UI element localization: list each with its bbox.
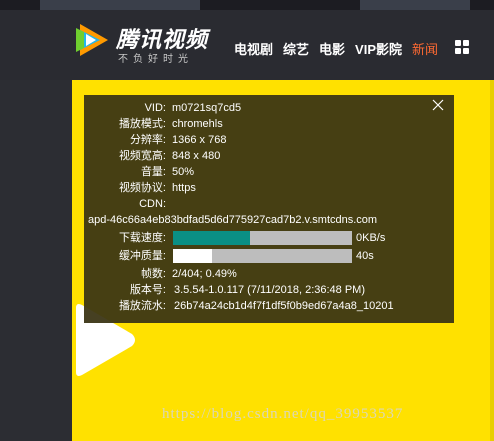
stat-cdn-value-row: apd-46c66a4eb83bdfad5d6d775927cad7b2.v.s… [84, 212, 454, 228]
stat-value: 848 x 480 [172, 150, 221, 162]
stat-value: 1366 x 768 [172, 134, 227, 146]
stats-panel: VID: m0721sq7cd5 播放模式: chromehls 分辨率: 13… [84, 95, 454, 323]
buffer-fill [173, 249, 213, 263]
stat-value: chromehls [172, 118, 223, 130]
stat-label: 版本号: [129, 284, 166, 296]
stat-volume: 音量: 50% [84, 164, 454, 180]
tencent-video-logo[interactable] [72, 20, 112, 60]
nav-vip-cinema[interactable]: VIP影院 [355, 39, 402, 58]
stat-label: CDN: [139, 198, 166, 210]
stat-video-size: 视频宽高: 848 x 480 [84, 148, 454, 164]
stat-download-speed: 下载速度: 0KB/s [84, 230, 454, 246]
brand-slogan: 不负好时光 [118, 54, 193, 65]
stat-flow-id: 播放流水: 26b74a24cb1d4f7f1df5f0b9ed67a4a8_1… [84, 298, 454, 314]
stat-value: 50% [172, 166, 195, 178]
stat-label: 下载速度: [118, 232, 166, 244]
stat-label: VID: [144, 102, 166, 114]
download-speed-bar [173, 231, 352, 245]
nav-variety[interactable]: 综艺 [283, 39, 309, 58]
stat-label: 分辨率: [129, 134, 166, 146]
watermark-url: https://blog.csdn.net/qq_39953537 [162, 406, 404, 422]
stat-label: 音量: [140, 166, 166, 178]
stat-label: 视频宽高: [118, 150, 166, 162]
download-speed-fill [173, 231, 250, 245]
stat-protocol: 视频协议: https [84, 180, 454, 196]
stat-vid: VID: m0721sq7cd5 [84, 100, 454, 116]
nav-tv-series[interactable]: 电视剧 [234, 39, 273, 58]
top-strip-block [40, 0, 200, 10]
stat-value: 40s [356, 250, 374, 262]
grid-menu-icon[interactable] [455, 40, 469, 54]
left-sidebar [0, 80, 72, 441]
stat-value: m0721sq7cd5 [172, 102, 242, 114]
stat-value: 26b74a24cb1d4f7f1df5f0b9ed67a4a8_10201 [174, 300, 394, 312]
stat-version: 版本号: 3.5.54-1.0.117 (7/11/2018, 2:36:48 … [84, 282, 454, 298]
stat-label: 缓冲质量: [118, 250, 166, 262]
stat-resolution: 分辨率: 1366 x 768 [84, 132, 454, 148]
stat-label: 帧数: [140, 268, 166, 280]
cdn-host: apd-46c66a4eb83bdfad5d6d775927cad7b2.v.s… [88, 214, 378, 226]
stat-label: 播放模式: [118, 118, 166, 130]
stat-label: 播放流水: [118, 300, 166, 312]
top-strip-block [360, 0, 470, 10]
nav-movies[interactable]: 电影 [319, 39, 345, 58]
nav-news[interactable]: 新闻 [412, 39, 438, 58]
stat-value: https [172, 182, 196, 194]
top-strip [0, 0, 494, 10]
stat-value: 2/404; 0.49% [172, 268, 237, 280]
stat-value: 3.5.54-1.0.117 (7/11/2018, 2:36:48 PM) [174, 284, 366, 296]
main-nav: 电视剧 综艺 电影 VIP影院 新闻 [234, 39, 438, 58]
buffer-bar [173, 249, 352, 263]
stat-value: 0KB/s [356, 232, 386, 244]
stat-play-mode: 播放模式: chromehls [84, 116, 454, 132]
stat-buffer: 缓冲质量: 40s [84, 248, 454, 264]
stat-cdn-label-row: CDN: [84, 196, 454, 212]
player-right-edge [490, 80, 494, 441]
stat-frames: 帧数: 2/404; 0.49% [84, 266, 454, 282]
stat-label: 视频协议: [118, 182, 166, 194]
